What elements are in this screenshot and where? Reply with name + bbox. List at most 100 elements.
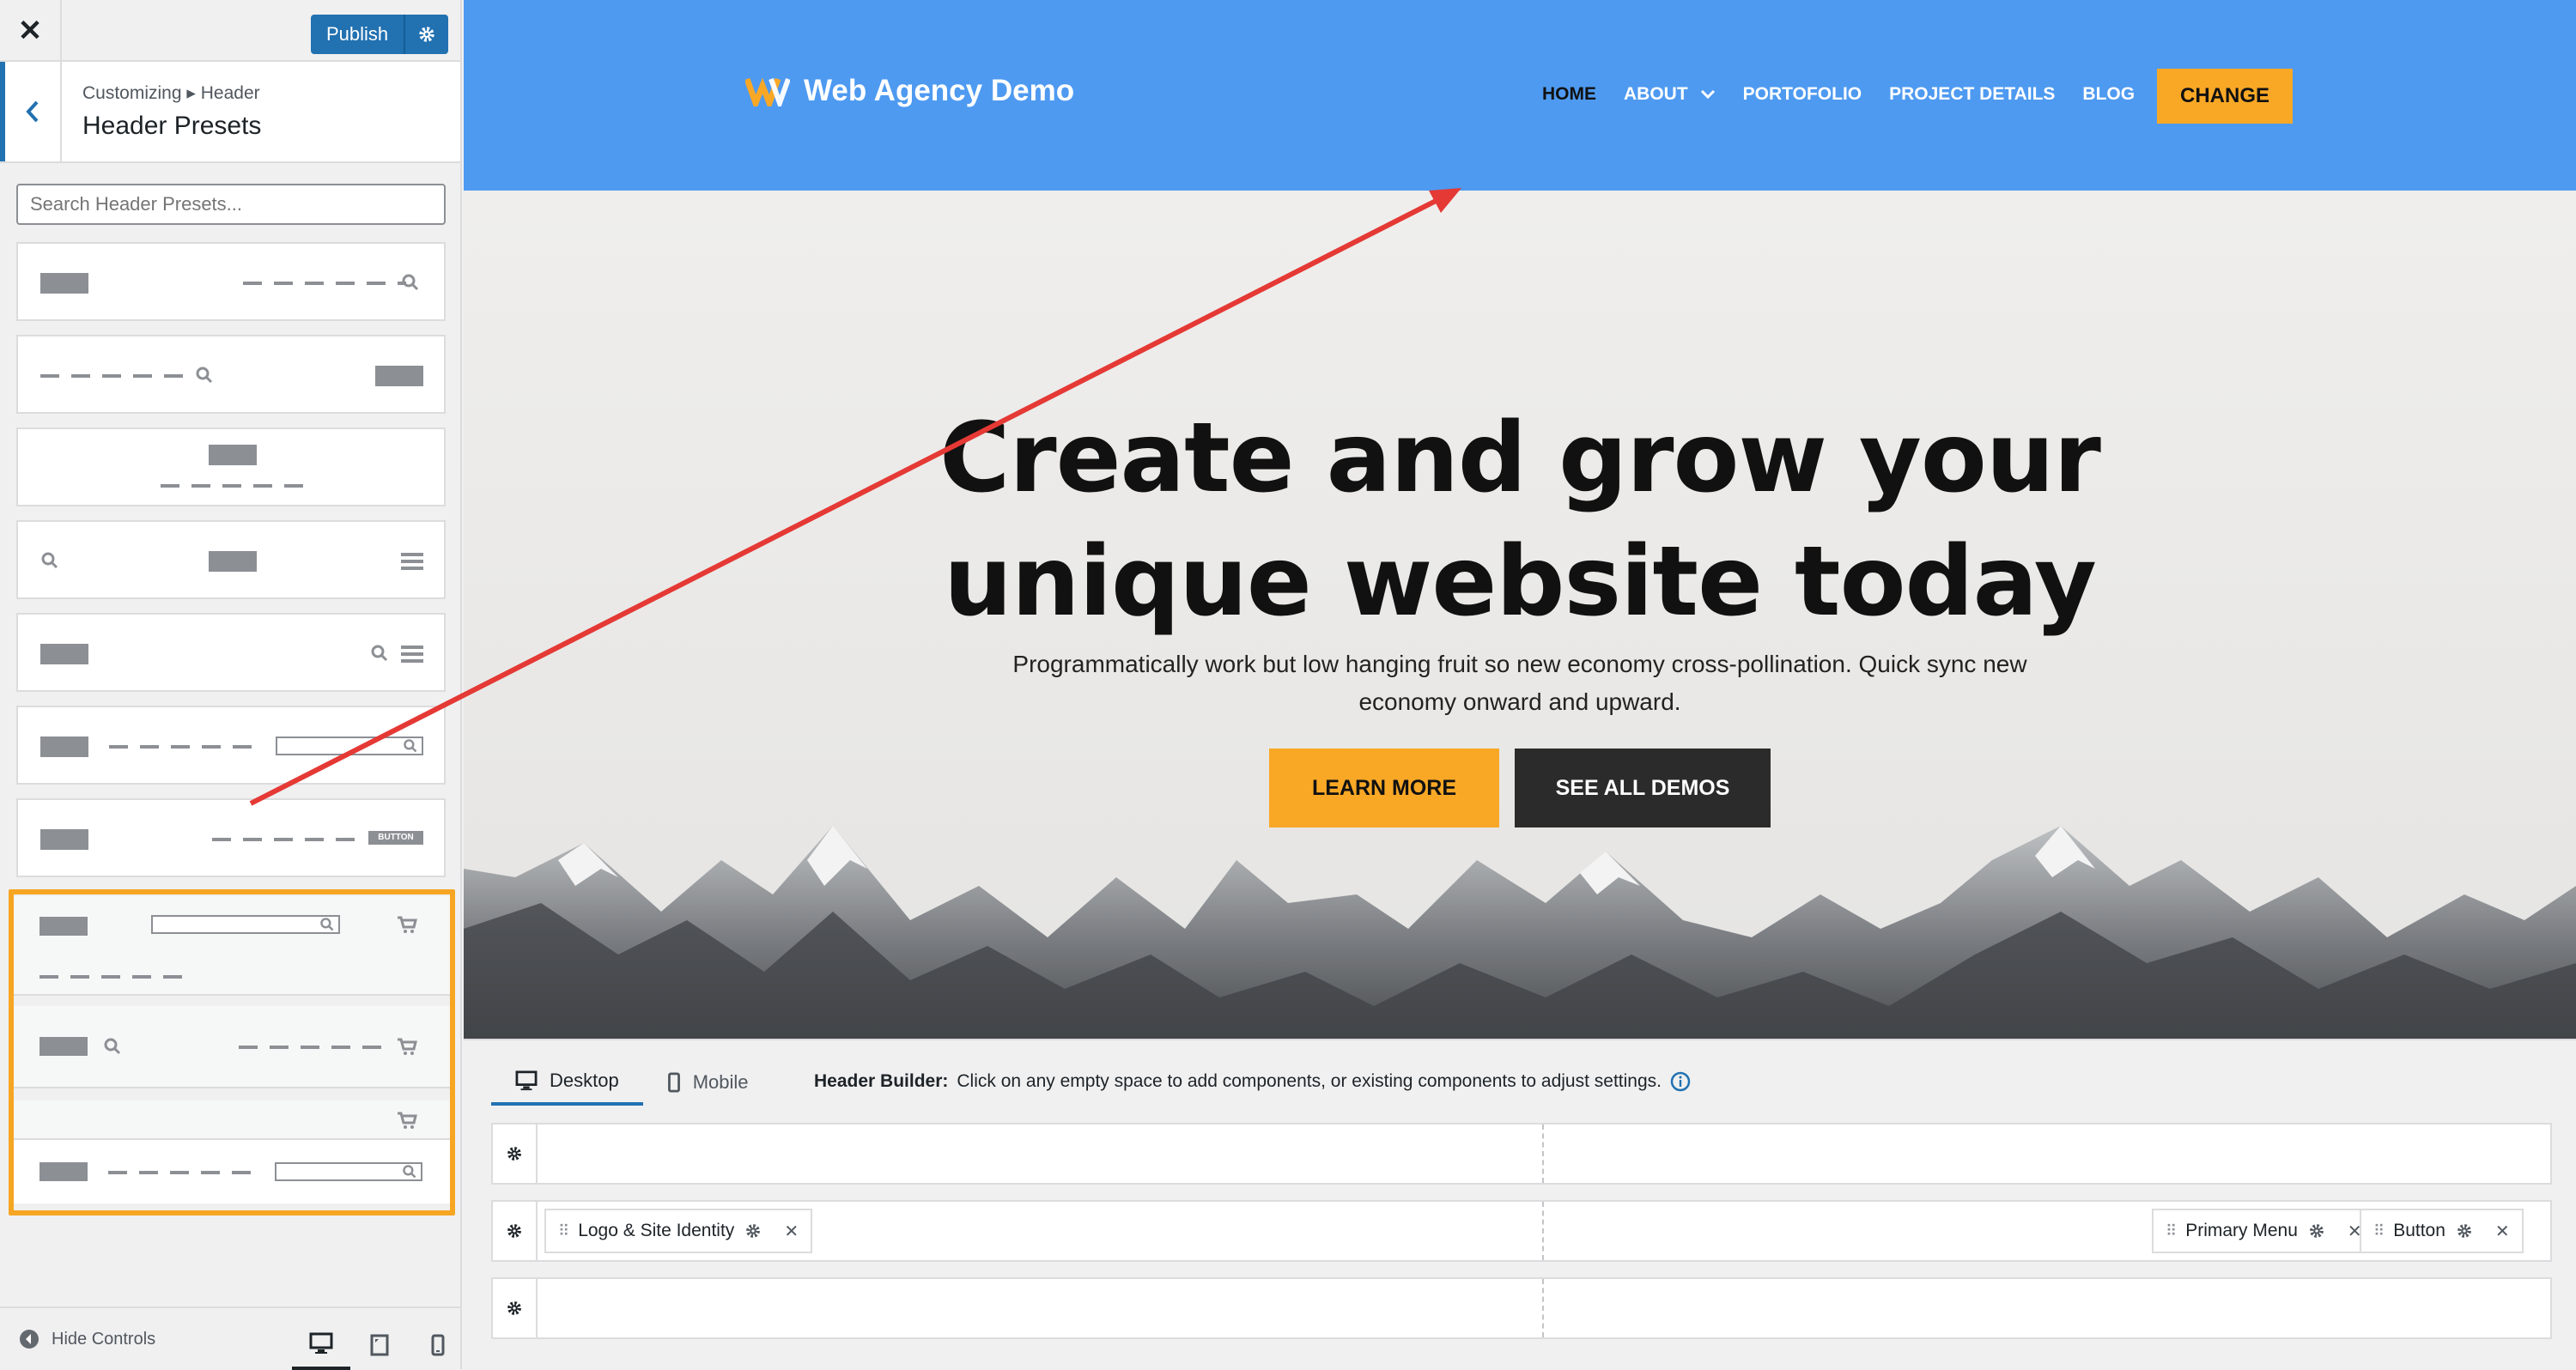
mobile-preview-button[interactable] <box>409 1320 467 1370</box>
gear-icon[interactable] <box>2308 1222 2325 1240</box>
chevron-left-icon <box>26 100 39 123</box>
close-customizer-button[interactable]: ✕ <box>0 0 62 62</box>
preset-logo-block <box>40 644 88 664</box>
hero-subtitle: Programmatically work but low hanging fr… <box>962 646 2078 721</box>
preset-search-box <box>276 737 423 755</box>
search-icon <box>196 367 213 384</box>
device-preview-switcher <box>292 1320 467 1370</box>
preset-logo-block <box>375 366 423 386</box>
tab-desktop[interactable]: Desktop <box>491 1059 643 1106</box>
cart-icon <box>398 1112 417 1129</box>
preset-card-3[interactable] <box>16 427 446 506</box>
component-button[interactable]: ⠿ Button ✕ <box>2360 1209 2524 1253</box>
publish-settings-button[interactable] <box>404 15 449 54</box>
search-icon <box>402 274 419 291</box>
desktop-icon <box>515 1070 538 1091</box>
info-icon[interactable] <box>1670 1071 1691 1092</box>
tab-mobile[interactable]: Mobile <box>643 1059 773 1106</box>
nav-about[interactable]: ABOUT <box>1624 84 1716 105</box>
preset-logo-block <box>39 1162 88 1181</box>
search-icon <box>404 739 417 753</box>
builder-row-bottom[interactable] <box>491 1277 2552 1339</box>
gear-icon <box>507 1147 521 1161</box>
preset-menu-lines <box>40 374 186 378</box>
hide-controls-button[interactable]: Hide Controls <box>19 1329 155 1349</box>
component-primary-menu[interactable]: ⠿ Primary Menu ✕ <box>2152 1209 2376 1253</box>
preset-card-7[interactable]: BUTTON <box>16 798 446 877</box>
preset-card-6[interactable] <box>16 706 446 785</box>
site-logo[interactable]: Web Agency Demo <box>745 74 1074 108</box>
builder-row-main[interactable]: ⠿ Logo & Site Identity ✕ ⠿ Primary Menu … <box>491 1200 2552 1262</box>
preset-card-2[interactable] <box>16 335 446 414</box>
preset-logo-block <box>40 829 88 850</box>
publish-button[interactable]: Publish <box>311 15 404 54</box>
drag-handle-icon[interactable]: ⠿ <box>2166 1222 2177 1240</box>
nav-blog[interactable]: BLOG <box>2082 84 2135 105</box>
search-icon <box>403 1165 416 1179</box>
panel-header: Customizing ▸ Header Header Presets <box>0 62 460 163</box>
desktop-preview-button[interactable] <box>292 1320 350 1370</box>
preset-menu-lines <box>109 745 255 749</box>
search-presets-input[interactable] <box>16 184 446 225</box>
site-preview: Web Agency Demo HOME ABOUT PORTOFOLIO PR… <box>464 0 2576 1039</box>
component-label: Primary Menu <box>2185 1221 2298 1240</box>
sidebar-footer: Hide Controls <box>0 1306 460 1370</box>
gear-icon[interactable] <box>744 1222 762 1240</box>
component-logo-site-identity[interactable]: ⠿ Logo & Site Identity ✕ <box>544 1209 813 1253</box>
cart-icon <box>398 1038 417 1055</box>
preset-logo-block <box>209 551 257 572</box>
remove-component-icon[interactable]: ✕ <box>784 1221 799 1242</box>
preset-logo-block <box>40 737 88 757</box>
preset-menu-lines <box>212 838 358 841</box>
cart-icon <box>398 916 417 933</box>
row-settings-button[interactable] <box>493 1202 538 1260</box>
site-header[interactable]: Web Agency Demo HOME ABOUT PORTOFOLIO PR… <box>464 0 2576 191</box>
breadcrumb: Customizing ▸ Header <box>82 83 260 103</box>
tab-desktop-label: Desktop <box>550 1070 619 1091</box>
panel-title: Header Presets <box>82 112 262 140</box>
chevron-down-icon <box>1700 89 1715 100</box>
drag-handle-icon[interactable]: ⠿ <box>558 1222 569 1240</box>
back-button[interactable] <box>0 62 62 161</box>
preset-card-10[interactable] <box>14 1100 450 1203</box>
nav-portofolio[interactable]: PORTOFOLIO <box>1743 84 1862 105</box>
tablet-preview-button[interactable] <box>350 1320 409 1370</box>
remove-component-icon[interactable]: ✕ <box>2495 1221 2510 1242</box>
search-icon <box>371 645 388 662</box>
mobile-icon <box>667 1072 680 1093</box>
hero-subtitle-line-2: economy onward and upward. <box>1358 688 1681 715</box>
close-icon: ✕ <box>17 15 43 47</box>
tab-mobile-label: Mobile <box>692 1071 749 1093</box>
preset-menu-lines <box>108 1171 254 1174</box>
preset-logo-block <box>39 917 88 936</box>
tablet-icon <box>370 1334 389 1356</box>
search-icon <box>104 1038 121 1055</box>
hero-title-line-2: unique website today <box>944 526 2097 638</box>
publish-group: Publish <box>311 15 449 54</box>
preset-search-box <box>275 1162 422 1181</box>
preset-card-8[interactable] <box>14 896 450 996</box>
row-settings-button[interactable] <box>493 1124 538 1183</box>
logo-mark-icon <box>745 77 790 106</box>
preset-card-4[interactable] <box>16 520 446 599</box>
sidebar-topbar: ✕ Publish <box>0 0 460 62</box>
builder-row-top[interactable] <box>491 1123 2552 1185</box>
gear-icon <box>507 1301 521 1315</box>
row-settings-button[interactable] <box>493 1279 538 1337</box>
customizer-sidebar: ✕ Publish Customizing ▸ Header Header Pr… <box>0 0 462 1370</box>
header-builder-panel: Desktop Mobile Header Builder: Click on … <box>464 1039 2576 1369</box>
preset-menu-lines <box>243 282 406 285</box>
preset-logo-block <box>39 1037 88 1056</box>
nav-project-details[interactable]: PROJECT DETAILS <box>1889 84 2055 105</box>
preset-card-5[interactable] <box>16 613 446 692</box>
hero-section: Create and grow your unique website toda… <box>464 191 2576 1039</box>
drag-handle-icon[interactable]: ⠿ <box>2373 1222 2385 1240</box>
preset-card-9[interactable] <box>14 1006 450 1088</box>
nav-home[interactable]: HOME <box>1542 84 1596 105</box>
gear-icon <box>419 27 434 42</box>
component-label: Logo & Site Identity <box>578 1221 735 1240</box>
header-cta-button[interactable]: CHANGE <box>2157 69 2293 124</box>
preset-card-1[interactable] <box>16 242 446 321</box>
gear-icon[interactable] <box>2456 1222 2473 1240</box>
mobile-icon <box>431 1334 445 1356</box>
